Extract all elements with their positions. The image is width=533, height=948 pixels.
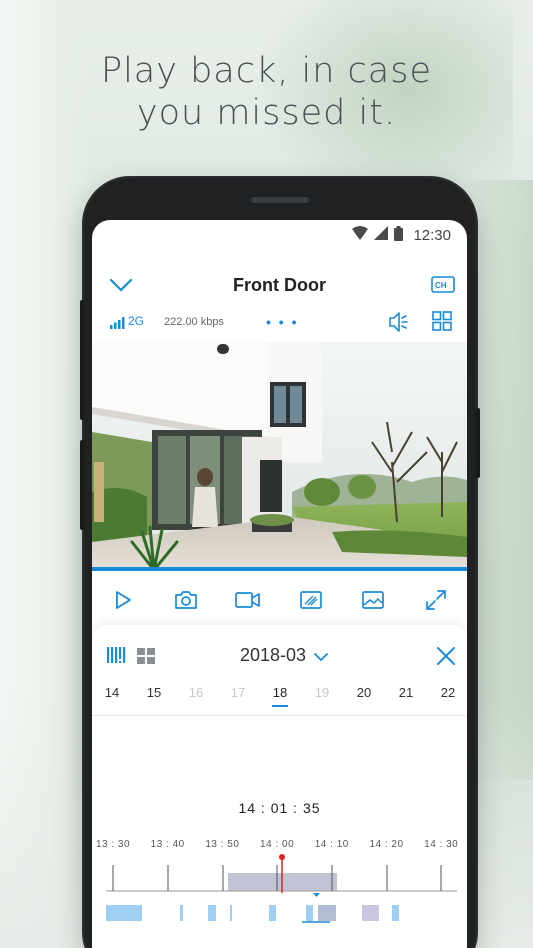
recording-segment xyxy=(106,905,142,921)
recording-segment xyxy=(230,905,232,921)
wifi-icon xyxy=(352,226,369,244)
svg-text:CH: CH xyxy=(435,281,447,290)
phone-volume-button xyxy=(80,440,84,530)
day-item[interactable]: 15 xyxy=(139,685,169,700)
recording-segment xyxy=(180,905,183,921)
divider xyxy=(92,715,467,716)
cell-signal-icon xyxy=(374,226,389,244)
active-day-indicator xyxy=(272,705,288,707)
recording-segment xyxy=(392,905,399,921)
day-item[interactable]: 21 xyxy=(391,685,421,700)
day-item[interactable]: 20 xyxy=(349,685,379,700)
video-record-icon[interactable] xyxy=(234,586,262,614)
day-item[interactable]: 19 xyxy=(307,685,337,700)
grid-view-icon[interactable] xyxy=(431,310,453,332)
recording-segment xyxy=(208,905,216,921)
playback-progress-bar xyxy=(92,567,467,571)
headline-line-1: Play back, in case xyxy=(100,51,433,91)
signal-strength-icon xyxy=(110,316,126,334)
image-icon[interactable] xyxy=(359,586,387,614)
app-screen: 12:30 Front Door CH ·· 2G 222.00 kbps • … xyxy=(92,220,467,948)
day-item[interactable]: 16 xyxy=(181,685,211,700)
timeline-labels: 13 : 30 13 : 40 13 : 50 14 : 00 14 : 10 14 : … xyxy=(92,839,467,853)
timeline-label: 14 : 20 xyxy=(369,839,404,850)
battery-icon xyxy=(394,225,404,245)
phone-speaker xyxy=(251,197,309,203)
play-icon[interactable] xyxy=(109,586,137,614)
timeline-view-icon[interactable] xyxy=(106,645,126,665)
speaker-icon[interactable] xyxy=(387,310,411,334)
headline: Play back, in case you missed it. xyxy=(0,50,533,134)
day-item[interactable]: 14 xyxy=(97,685,127,700)
playback-header: 2018-03 xyxy=(92,625,467,675)
close-icon[interactable] xyxy=(435,645,457,667)
headline-line-2: you missed it. xyxy=(136,93,397,133)
grid-view-icon[interactable] xyxy=(136,647,156,665)
more-options[interactable]: • • • xyxy=(266,314,298,330)
playback-panel: 2018-03 14 15 16 17 18 19 20 21 22 14 : 01 : 35 … xyxy=(92,625,467,948)
timeline-label: 14 : 10 xyxy=(314,839,349,850)
network-type: 2G xyxy=(128,314,145,328)
stream-info-bar: 2G 222.00 kbps • • • xyxy=(92,308,467,336)
bitrate: 222.00 kbps xyxy=(164,316,224,328)
phone-power-button xyxy=(476,408,480,478)
day-item[interactable]: 17 xyxy=(223,685,253,700)
month-selector[interactable]: 2018-03 xyxy=(240,645,306,666)
video-controls-toolbar xyxy=(92,578,467,622)
app-bar: Front Door CH ·· xyxy=(92,265,467,305)
day-item[interactable]: 18 xyxy=(265,685,295,700)
hd-icon[interactable] xyxy=(297,586,325,614)
svg-text:··: ·· xyxy=(446,283,451,290)
recording-segment-selected xyxy=(318,905,336,921)
timeline-label: 13 : 40 xyxy=(150,839,185,850)
timeline-label: 13 : 30 xyxy=(95,839,131,850)
timeline-label: 14 : 30 xyxy=(424,839,459,850)
recording-segment xyxy=(269,905,276,921)
channel-button[interactable]: CH ·· xyxy=(431,275,455,295)
day-selector: 14 15 16 17 18 19 20 21 22 xyxy=(92,683,467,713)
recording-segment-event xyxy=(362,905,379,921)
fullscreen-icon[interactable] xyxy=(422,586,450,614)
position-marker xyxy=(313,893,320,897)
status-time: 12:30 xyxy=(413,226,451,244)
recording-segment xyxy=(306,905,313,921)
chevron-down-icon[interactable] xyxy=(314,649,328,662)
timeline[interactable] xyxy=(92,853,467,948)
phone-volume-button xyxy=(80,300,84,420)
current-time: 14 : 01 : 35 xyxy=(238,800,321,816)
page-title: Front Door xyxy=(233,275,326,295)
timeline-label: 14 : 00 xyxy=(260,839,295,850)
camera-video-feed[interactable] xyxy=(92,342,467,570)
timeline-label: 13 : 50 xyxy=(205,839,240,850)
camera-icon[interactable] xyxy=(172,586,200,614)
day-item[interactable]: 22 xyxy=(433,685,463,700)
playhead-dot xyxy=(279,854,285,860)
status-bar: 12:30 xyxy=(92,220,467,250)
